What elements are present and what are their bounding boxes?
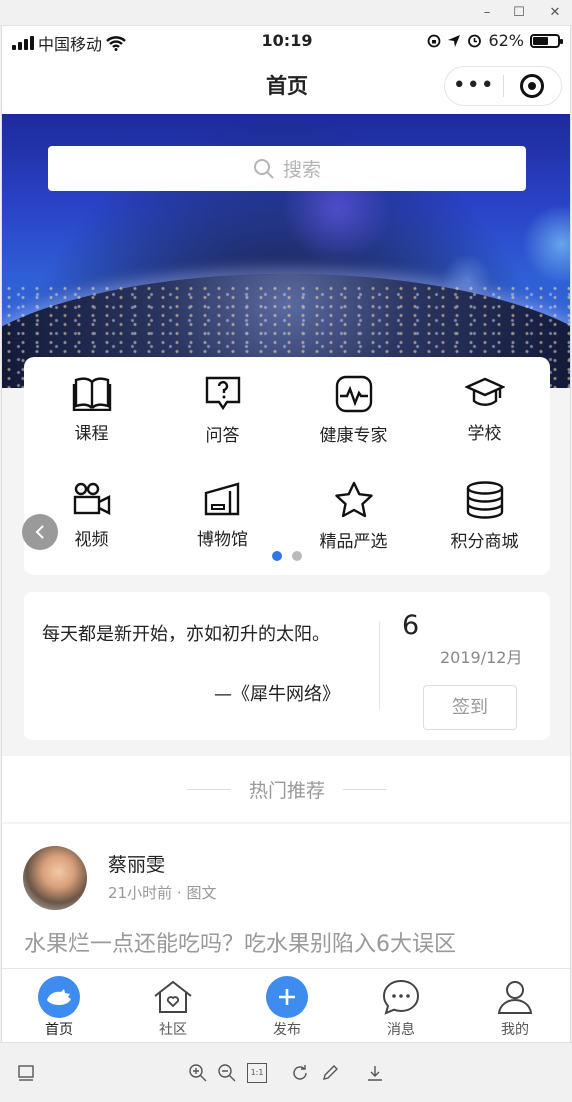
rotate-icon[interactable] [290, 1063, 310, 1083]
page-dot-active[interactable] [272, 551, 282, 561]
close-miniprogram-button[interactable] [503, 74, 561, 98]
chevron-left-icon [35, 525, 44, 539]
download-icon[interactable] [365, 1063, 385, 1083]
target-icon [520, 74, 545, 98]
alarm-icon [468, 34, 482, 48]
post-meta: 21小时前 · 图文 [108, 882, 216, 903]
edit-icon[interactable] [320, 1063, 340, 1083]
grid-item-label: 问答 [205, 426, 240, 446]
plus-icon [266, 976, 308, 1018]
phone-screen: 中国移动 10:19 62% 首页 ••• 搜索 课程 问答 健康专家 学校 视… [1, 26, 571, 1042]
tab-label: 我的 [501, 1022, 529, 1038]
grid-item-label: 积分商城 [450, 532, 519, 552]
battery-icon [530, 33, 563, 48]
feed-post[interactable]: 蔡丽雯 21小时前 · 图文 水果烂一点还能吃吗？吃水果别陷入6大误区 [2, 824, 570, 974]
signin-day: 6 [402, 610, 420, 641]
feature-grid: 课程 问答 健康专家 学校 视频 博物馆 精品严选 积分商城 [24, 357, 550, 575]
location-icon [448, 34, 461, 47]
grid-item-museum[interactable]: 博物馆 [157, 481, 288, 550]
daily-quote: 每天都是新开始，亦如初升的太阳。 [42, 624, 330, 645]
chat-icon [382, 979, 420, 1015]
grid-item-select[interactable]: 精品严选 [288, 481, 419, 552]
header-line-right [343, 788, 387, 790]
tab-label: 发布 [273, 1022, 301, 1038]
close-button[interactable]: ✕ [544, 3, 566, 23]
grid-item-school[interactable]: 学校 [419, 375, 550, 444]
section-header: 热门推荐 [2, 756, 570, 822]
rotation-lock-icon [428, 34, 441, 47]
section-title: 热门推荐 [248, 779, 325, 802]
tab-profile[interactable]: 我的 [458, 975, 570, 1039]
user-icon [497, 981, 533, 1014]
post-title[interactable]: 水果烂一点还能吃吗？吃水果别陷入6大误区 [24, 926, 456, 958]
hero-banner[interactable]: 搜索 [2, 114, 570, 388]
search-icon [253, 158, 274, 179]
tab-publish[interactable]: 发布 [230, 975, 344, 1039]
video-camera-icon [73, 482, 110, 515]
carousel-indicator [24, 551, 550, 561]
zoom-in-icon[interactable] [188, 1063, 208, 1083]
grid-item-label: 学校 [467, 424, 502, 444]
signin-button[interactable]: 签到 [423, 685, 517, 730]
zoom-out-icon[interactable] [217, 1063, 237, 1083]
grid-item-label: 博物馆 [197, 530, 248, 550]
grid-item-health[interactable]: 健康专家 [288, 375, 419, 446]
book-icon [72, 377, 111, 411]
miniprogram-capsule: ••• [444, 66, 562, 106]
grid-item-label: 精品严选 [319, 532, 388, 552]
battery-percent: 62% [488, 31, 524, 50]
house-heart-icon [154, 980, 192, 1013]
card-divider [379, 622, 380, 710]
page-dot[interactable] [292, 551, 302, 561]
actual-size-button[interactable]: 1:1 [247, 1063, 267, 1083]
grid-item-label: 课程 [74, 424, 109, 444]
tab-bar: 首页 社区 发布 消息 我的 [2, 968, 570, 1042]
navigation-bar: 首页 ••• [2, 56, 570, 114]
grid-item-course[interactable]: 课程 [26, 375, 157, 444]
grid-item-qa[interactable]: 问答 [157, 375, 288, 446]
post-time: 21小时前 [108, 884, 173, 902]
graduation-cap-icon [464, 377, 505, 406]
window-titlebar: – ☐ ✕ [0, 0, 572, 26]
tab-label: 首页 [45, 1022, 73, 1038]
museum-icon [204, 482, 239, 516]
grid-item-points-mall[interactable]: 积分商城 [419, 481, 550, 552]
avatar[interactable] [23, 846, 87, 910]
question-icon [205, 376, 240, 411]
post-author[interactable]: 蔡丽雯 [108, 850, 165, 877]
tab-messages[interactable]: 消息 [344, 975, 458, 1039]
search-placeholder: 搜索 [282, 159, 321, 181]
thumbnail-icon[interactable] [16, 1063, 36, 1083]
previous-page-button[interactable] [22, 514, 58, 550]
tab-home[interactable]: 首页 [2, 975, 116, 1039]
health-icon [335, 375, 372, 413]
rhino-icon [38, 976, 80, 1018]
grid-item-label: 健康专家 [319, 426, 388, 446]
tab-community[interactable]: 社区 [116, 975, 230, 1039]
meta-separator: · [176, 884, 182, 902]
status-bar: 中国移动 10:19 62% [2, 26, 570, 56]
quote-source: —《犀牛网络》 [214, 684, 340, 705]
search-bar[interactable]: 搜索 [48, 146, 526, 191]
maximize-button[interactable]: ☐ [508, 3, 530, 23]
coins-icon [466, 481, 503, 519]
tab-label: 社区 [159, 1022, 187, 1038]
header-line-left [186, 788, 231, 790]
minimize-button[interactable]: – [476, 3, 498, 23]
signin-year-month: 2019/12月 [440, 648, 523, 667]
post-type: 图文 [186, 884, 217, 902]
viewer-toolbar: 1:1 [0, 1042, 572, 1102]
more-menu-button[interactable]: ••• [445, 68, 503, 104]
star-icon [334, 481, 373, 518]
tab-label: 消息 [387, 1022, 415, 1038]
daily-signin-card: 每天都是新开始，亦如初升的太阳。 —《犀牛网络》 6 2019/12月 签到 [24, 592, 550, 740]
